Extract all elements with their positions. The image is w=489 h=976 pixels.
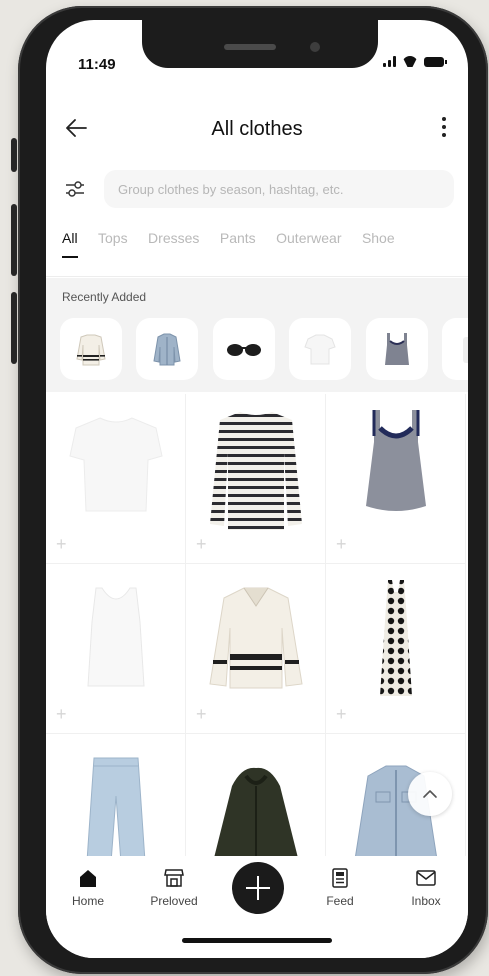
side-button <box>11 138 17 172</box>
nav-preloved[interactable]: Preloved <box>138 866 210 908</box>
white-tank-icon <box>87 587 145 687</box>
status-icons <box>383 56 447 67</box>
signal-icon <box>383 56 396 67</box>
category-tabs: All Tops Dresses Pants Outerwear Shoe <box>46 230 468 266</box>
search-row <box>46 170 468 210</box>
add-to-outfit-icon[interactable]: + <box>196 535 207 553</box>
nav-label: Preloved <box>150 894 198 908</box>
nav-label: Feed <box>326 894 354 908</box>
recent-item[interactable] <box>365 318 428 380</box>
header: All clothes <box>46 108 468 148</box>
divider <box>46 276 468 277</box>
side-button <box>11 292 17 364</box>
more-vertical-icon <box>442 117 446 137</box>
clothing-item-card[interactable]: + <box>326 394 466 564</box>
gray-tank-icon <box>366 410 426 511</box>
tab-tops[interactable]: Tops <box>98 230 128 256</box>
home-indicator <box>182 938 332 943</box>
clothing-item-card[interactable]: + <box>46 734 186 856</box>
tab-outerwear[interactable]: Outerwear <box>276 230 341 256</box>
chevron-up-icon <box>423 790 437 798</box>
battery-icon <box>424 56 447 67</box>
item-icon <box>463 337 468 363</box>
white-tee-icon <box>69 417 163 512</box>
nav-inbox[interactable]: Inbox <box>390 866 462 908</box>
white-tee-icon <box>304 334 337 365</box>
nav-feed[interactable]: Feed <box>304 866 376 908</box>
clothing-item-card[interactable]: + <box>186 564 326 734</box>
striped-shirt-icon <box>210 412 302 530</box>
section-title: Recently Added <box>62 290 147 304</box>
sunglasses-icon <box>226 344 261 356</box>
gray-tank-icon <box>384 333 409 365</box>
recently-added-section: Recently Added <box>46 278 468 392</box>
add-to-outfit-icon[interactable]: + <box>56 535 67 553</box>
recently-added-strip <box>60 318 468 380</box>
camera <box>310 42 320 52</box>
nav-home[interactable]: Home <box>52 866 124 908</box>
recent-item[interactable] <box>442 318 468 380</box>
page-title: All clothes <box>211 118 303 140</box>
polka-dot-dress-icon <box>380 580 412 696</box>
wifi-icon <box>402 56 418 67</box>
tab-shoes[interactable]: Shoe <box>362 230 395 256</box>
search-input[interactable] <box>104 170 454 208</box>
tab-pants[interactable]: Pants <box>220 230 256 256</box>
clothing-item-card[interactable]: + <box>326 564 466 734</box>
clothing-item-card[interactable]: + <box>186 734 326 856</box>
mail-icon <box>416 870 436 886</box>
scroll-to-top-button[interactable] <box>408 772 452 816</box>
add-to-outfit-icon[interactable]: + <box>336 535 347 553</box>
jeans-icon <box>86 757 146 856</box>
clothes-grid: + + + + + + <box>46 394 468 856</box>
fur-jacket-icon <box>214 767 298 856</box>
add-to-outfit-icon[interactable]: + <box>56 705 67 723</box>
filter-button[interactable] <box>64 178 86 200</box>
tab-dresses[interactable]: Dresses <box>148 230 199 256</box>
recent-item[interactable] <box>289 318 352 380</box>
add-to-outfit-icon[interactable]: + <box>196 705 207 723</box>
add-item-button[interactable] <box>232 862 284 914</box>
home-icon <box>80 870 96 887</box>
storefront-icon <box>164 869 184 887</box>
nav-label: Inbox <box>411 894 441 908</box>
add-to-outfit-icon[interactable]: + <box>336 705 347 723</box>
clothing-item-card[interactable]: + <box>46 564 186 734</box>
status-time: 11:49 <box>78 56 116 73</box>
nav-label: Home <box>71 894 104 908</box>
more-options-button[interactable] <box>434 112 454 142</box>
striped-sweater-icon <box>209 587 303 689</box>
speaker <box>224 44 276 50</box>
clothing-item-card[interactable]: + <box>46 394 186 564</box>
striped-sweater-icon <box>76 334 106 366</box>
bottom-navigation: Home Preloved Feed Inbox <box>46 856 468 958</box>
denim-jacket-icon <box>153 333 182 366</box>
notch <box>142 20 378 68</box>
recent-item[interactable] <box>212 318 275 380</box>
clothing-item-card[interactable]: + <box>186 394 326 564</box>
side-button <box>11 204 17 276</box>
feed-icon <box>332 868 348 888</box>
recent-item[interactable] <box>136 318 199 380</box>
recent-item[interactable] <box>60 318 122 380</box>
app-screen: 11:49 All clothes Group clothes by seaso… <box>46 20 468 958</box>
tab-all[interactable]: All <box>62 230 78 258</box>
sliders-icon <box>66 181 84 197</box>
